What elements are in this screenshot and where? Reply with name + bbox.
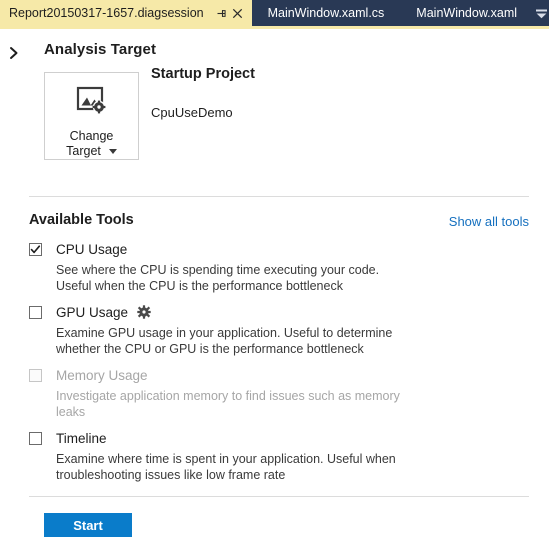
tool-head-cpu-usage: CPU Usage xyxy=(29,240,529,258)
tab-mainwindow-xaml[interactable]: MainWindow.xaml xyxy=(400,0,533,26)
tool-description-memory-usage: Investigate application memory to find i… xyxy=(56,389,400,419)
available-tools-title: Available Tools xyxy=(29,212,134,228)
tab-diagsession-label: Report20150317-1657.diagsession xyxy=(9,6,204,20)
change-target-text: Change Target xyxy=(66,129,117,159)
close-icon[interactable] xyxy=(230,4,246,22)
tab-mainwindow-xaml-cs[interactable]: MainWindow.xaml.cs xyxy=(252,0,401,26)
checkbox-timeline[interactable] xyxy=(29,431,42,445)
checkbox-memory-usage xyxy=(29,368,42,382)
checkbox-cpu-usage[interactable] xyxy=(29,242,42,256)
change-target-line2: Target xyxy=(66,144,101,158)
change-target-line2-wrap: Target xyxy=(66,144,117,159)
change-target-button[interactable]: Change Target xyxy=(44,72,139,160)
tab-mainwindow-xaml-cs-label: MainWindow.xaml.cs xyxy=(267,6,385,20)
caret-down-icon[interactable] xyxy=(108,149,117,154)
tool-head-memory-usage: Memory Usage xyxy=(29,366,529,384)
tool-row-gpu-usage[interactable]: GPU Usage Examine GPU usage in your appl… xyxy=(29,303,529,357)
image-settings-icon xyxy=(76,86,108,121)
tool-description-cpu-usage: See where the CPU is spending time execu… xyxy=(56,263,380,293)
chevron-right-icon[interactable] xyxy=(4,43,24,63)
tool-description-gpu-usage: Examine GPU usage in your application. U… xyxy=(56,326,393,356)
tool-row-memory-usage: Memory Usage Investigate application mem… xyxy=(29,366,529,420)
tool-head-timeline: Timeline xyxy=(29,429,529,447)
startup-project-label: Startup Project xyxy=(151,66,255,82)
change-target-line1: Change xyxy=(69,129,114,143)
tool-label-timeline: Timeline xyxy=(56,430,107,446)
checkbox-gpu-usage[interactable] xyxy=(29,305,42,319)
gear-icon[interactable] xyxy=(137,305,151,319)
startup-project-value: CpuUseDemo xyxy=(151,105,233,120)
divider-bottom xyxy=(29,496,529,497)
analysis-target-title: Analysis Target xyxy=(44,41,157,58)
tool-description-timeline: Examine where time is spent in your appl… xyxy=(56,452,396,482)
tool-head-gpu-usage: GPU Usage xyxy=(29,303,529,321)
tool-row-cpu-usage[interactable]: CPU Usage See where the CPU is spending … xyxy=(29,240,529,294)
tab-diagsession[interactable]: Report20150317-1657.diagsession xyxy=(0,0,252,26)
start-button[interactable]: Start xyxy=(44,513,132,537)
show-all-tools-link[interactable]: Show all tools xyxy=(449,214,529,229)
tab-mainwindow-xaml-label: MainWindow.xaml xyxy=(416,6,518,20)
pin-icon[interactable] xyxy=(214,4,230,22)
tool-label-cpu-usage: CPU Usage xyxy=(56,241,128,257)
chevron-down-icon[interactable] xyxy=(533,0,549,26)
tool-label-memory-usage: Memory Usage xyxy=(56,367,148,383)
tab-strip: Report20150317-1657.diagsession MainWind… xyxy=(0,0,549,26)
diagnostics-hub-panel: Analysis Target Change Target Startup Pr… xyxy=(0,29,549,545)
tool-label-gpu-usage: GPU Usage xyxy=(56,304,129,320)
tool-row-timeline[interactable]: Timeline Examine where time is spent in … xyxy=(29,429,529,483)
divider-top xyxy=(29,196,529,197)
